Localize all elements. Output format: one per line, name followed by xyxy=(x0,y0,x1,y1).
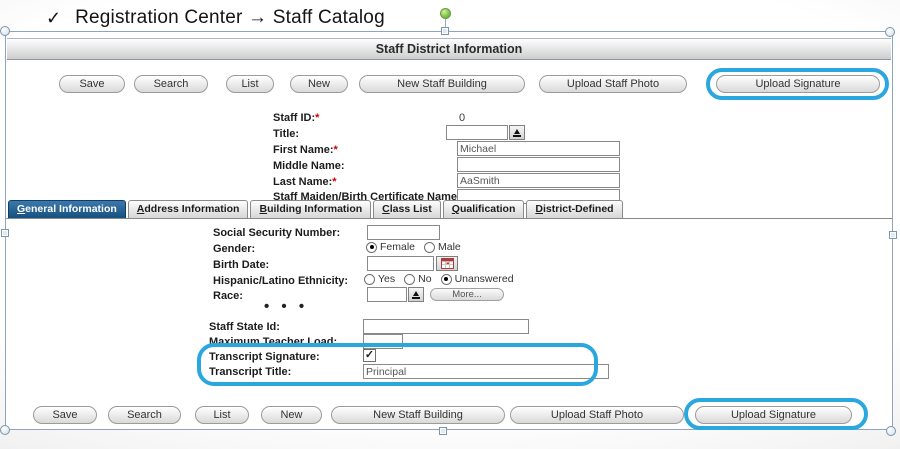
list-button-bottom[interactable]: List xyxy=(195,406,249,424)
transcript-title-label: Transcript Title: xyxy=(209,366,291,379)
upload-signature-button-bottom[interactable]: Upload Signature xyxy=(695,406,852,424)
tab-building-information[interactable]: Building Information xyxy=(250,200,371,218)
new-button-bottom[interactable]: New xyxy=(261,406,322,424)
more-button[interactable]: More... xyxy=(430,288,504,301)
upload-staff-photo-button-top[interactable]: Upload Staff Photo xyxy=(539,75,687,93)
last-name-input[interactable] xyxy=(457,173,620,188)
dropdown-arrow-icon xyxy=(514,129,520,134)
save-button-top[interactable]: Save xyxy=(59,75,125,93)
staff-district-screenshot[interactable]: Staff District Information Save Search L… xyxy=(5,31,893,430)
staff-state-id-input[interactable] xyxy=(363,319,529,334)
gender-male-radio[interactable] xyxy=(424,242,435,253)
transcript-signature-checkbox[interactable]: ✓ xyxy=(363,349,376,362)
selection-handle-bottom-left[interactable] xyxy=(0,425,10,435)
title-dropdown-button[interactable] xyxy=(509,125,525,140)
first-name-input[interactable] xyxy=(457,141,620,156)
title-label: Title: xyxy=(273,128,299,141)
ethnicity-no-radio[interactable] xyxy=(404,274,415,285)
birth-date-input[interactable] xyxy=(367,256,434,271)
selection-handle-top-left[interactable] xyxy=(0,26,10,36)
rotation-handle-icon[interactable] xyxy=(440,8,451,19)
middle-name-input[interactable] xyxy=(457,157,620,172)
middle-name-label: Middle Name: xyxy=(273,160,345,173)
transcript-signature-label: Transcript Signature: xyxy=(209,351,320,364)
selection-handle-bottom-middle[interactable] xyxy=(439,427,447,435)
selection-handle-top-right[interactable] xyxy=(885,27,895,37)
ssn-label: Social Security Number: xyxy=(213,227,340,240)
upload-staff-photo-button-bottom[interactable]: Upload Staff Photo xyxy=(510,406,684,424)
new-staff-building-button-bottom[interactable]: New Staff Building xyxy=(331,406,505,424)
tab-strip: General Information Address Information … xyxy=(6,200,892,219)
transcript-title-input[interactable] xyxy=(363,364,609,379)
selection-handle-bottom-right[interactable] xyxy=(886,426,896,436)
tab-class-list[interactable]: Class List xyxy=(373,200,441,218)
save-button-bottom[interactable]: Save xyxy=(33,406,97,424)
ethnicity-label: Hispanic/Latino Ethnicity: xyxy=(213,275,348,288)
search-button-top[interactable]: Search xyxy=(134,75,208,93)
dropdown-arrow-icon xyxy=(413,291,419,296)
max-teacher-load-label: Maximum Teacher Load: xyxy=(209,336,337,349)
gender-label: Gender: xyxy=(213,243,255,256)
new-staff-building-button-top[interactable]: New Staff Building xyxy=(359,75,525,93)
max-teacher-load-input[interactable] xyxy=(363,334,403,349)
title-input[interactable] xyxy=(446,125,508,140)
selection-handle-right-middle[interactable] xyxy=(889,231,897,239)
upload-signature-button-top[interactable]: Upload Signature xyxy=(716,75,880,93)
page-title: Staff District Information xyxy=(7,38,891,60)
race-label: Race: xyxy=(213,290,243,303)
calendar-icon xyxy=(441,258,454,269)
first-name-label: First Name:* xyxy=(273,144,338,157)
ssn-input[interactable] xyxy=(367,225,440,240)
tab-address-information[interactable]: Address Information xyxy=(128,200,249,218)
last-name-label: Last Name:* xyxy=(273,176,337,189)
staff-state-id-label: Staff State Id: xyxy=(209,321,280,334)
selection-handle-top-middle[interactable] xyxy=(441,27,449,35)
ethnicity-unanswered-radio[interactable] xyxy=(441,274,452,285)
staff-id-label: Staff ID:* xyxy=(273,112,319,125)
new-button-top[interactable]: New xyxy=(290,75,348,93)
tab-qualification[interactable]: Qualification xyxy=(443,200,525,218)
race-dropdown-button[interactable] xyxy=(408,287,424,302)
birth-date-label: Birth Date: xyxy=(213,259,269,272)
list-button-top[interactable]: List xyxy=(226,75,274,93)
ethnicity-yes-radio[interactable] xyxy=(364,274,375,285)
slide-canvas: ✓ Registration Center → Staff Catalog St… xyxy=(0,0,900,449)
calendar-button[interactable] xyxy=(436,256,458,271)
slide-caption-text: Registration Center → Staff Catalog xyxy=(75,6,385,30)
race-input[interactable] xyxy=(367,287,407,302)
divider xyxy=(7,98,891,99)
ellipsis-dots: • • • xyxy=(264,298,308,315)
selection-handle-left-middle[interactable] xyxy=(1,229,9,237)
staff-id-value: 0 xyxy=(459,112,465,124)
search-button-bottom[interactable]: Search xyxy=(108,406,181,424)
tab-general-information[interactable]: General Information xyxy=(8,200,126,218)
tab-district-defined[interactable]: District-Defined xyxy=(526,200,622,218)
gender-female-radio[interactable] xyxy=(366,242,377,253)
gender-radio-group: Female Male xyxy=(366,241,467,253)
divider xyxy=(7,395,891,396)
check-icon: ✓ xyxy=(46,7,61,29)
slide-caption: ✓ Registration Center → Staff Catalog xyxy=(46,6,385,30)
ethnicity-radio-group: Yes No Unanswered xyxy=(364,273,520,285)
